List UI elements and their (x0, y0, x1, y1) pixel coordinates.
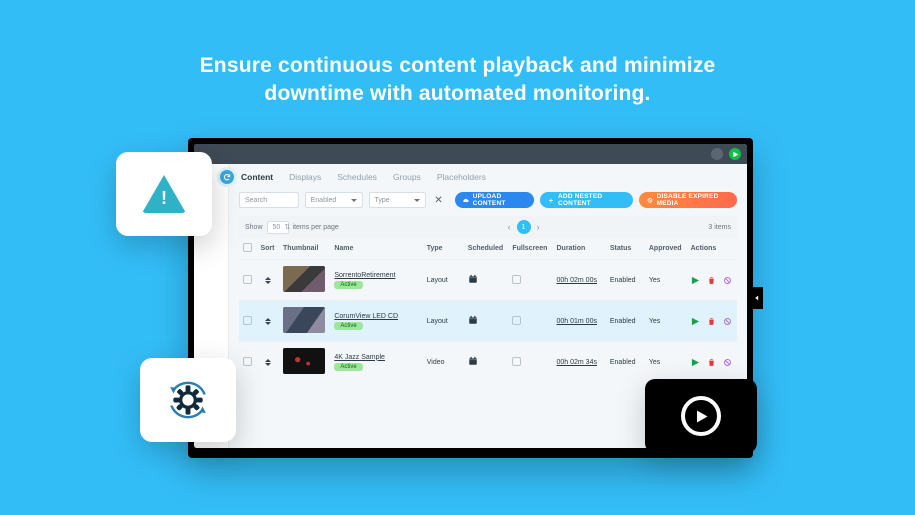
disable-action-icon[interactable] (723, 317, 732, 326)
sort-handle[interactable] (260, 318, 275, 325)
delete-action-icon[interactable] (707, 358, 716, 367)
calendar-icon[interactable] (468, 356, 478, 366)
caret-down-icon (351, 199, 357, 202)
delete-action-icon[interactable] (707, 317, 716, 326)
col-duration[interactable]: Duration (553, 238, 606, 260)
upload-content-button[interactable]: UPLOAD CONTENT (455, 192, 534, 208)
play-action-icon[interactable] (691, 276, 700, 285)
table-row[interactable]: SorrentoRetirementActiveLayout 00h 02m 00… (239, 260, 737, 301)
table-row[interactable]: 4K Jazz SampleActiveVideo 00h 02m 34s Enab… (239, 342, 737, 383)
browser-top-bar (194, 144, 747, 164)
alert-icon: ! (142, 175, 186, 213)
duration-link[interactable]: 00h 02m 34s (557, 359, 597, 366)
automation-card (140, 358, 236, 442)
filter-toolbar: Search Enabled Type ✕ UPLOAD CONTENT (239, 192, 737, 208)
select-all-checkbox[interactable] (243, 243, 252, 252)
play-action-icon[interactable] (691, 358, 700, 367)
add-nested-content-button[interactable]: ADD NESTED CONTENT (540, 192, 633, 208)
tab-placeholders[interactable]: Placeholders (437, 172, 486, 182)
col-name[interactable]: Name (330, 238, 422, 260)
type-cell: Video (423, 342, 464, 383)
per-page-suffix: items per page (293, 224, 339, 231)
next-page-button[interactable]: › (537, 222, 540, 232)
page-number[interactable]: 1 (517, 220, 531, 234)
content-table: Sort Thumbnail Name Type Scheduled Fulls… (239, 238, 737, 382)
thumbnail-image[interactable] (283, 307, 325, 333)
delete-action-icon[interactable] (707, 276, 716, 285)
row-checkbox[interactable] (243, 316, 252, 325)
thumbnail-image[interactable] (283, 266, 325, 292)
name-cell[interactable]: CorumView LED CDActive (330, 301, 422, 342)
thumbnail-image[interactable] (283, 348, 325, 374)
status-badge: Active (334, 363, 362, 371)
marketing-headline: Ensure continuous content playback and m… (138, 0, 778, 109)
table-header-row: Sort Thumbnail Name Type Scheduled Fulls… (239, 238, 737, 260)
fullscreen-checkbox[interactable] (512, 275, 521, 284)
filter-type-select[interactable]: Type (369, 192, 427, 208)
clear-filters-button[interactable]: ✕ (434, 195, 442, 206)
status-cell: Enabled (606, 301, 645, 342)
calendar-icon[interactable] (468, 315, 478, 325)
tab-groups[interactable]: Groups (393, 172, 421, 182)
calendar-icon[interactable] (468, 274, 478, 284)
play-icon (681, 396, 721, 436)
disable-action-icon[interactable] (723, 276, 732, 285)
alert-card: ! (116, 152, 212, 236)
right-drawer-handle[interactable] (751, 287, 763, 309)
col-fullscreen[interactable]: Fullscreen (508, 238, 552, 260)
row-checkbox[interactable] (243, 275, 252, 284)
play-card[interactable] (645, 379, 757, 453)
col-thumbnail[interactable]: Thumbnail (279, 238, 330, 260)
sort-handle[interactable] (260, 277, 275, 284)
filter-enabled-select[interactable]: Enabled (305, 192, 363, 208)
gear-sync-icon (162, 374, 214, 426)
tab-content[interactable]: Content (241, 172, 273, 182)
status-cell: Enabled (606, 342, 645, 383)
prev-page-button[interactable]: ‹ (508, 222, 511, 232)
duration-link[interactable]: 00h 01m 00s (557, 318, 597, 325)
approved-cell: Yes (645, 301, 687, 342)
sort-handle[interactable] (260, 359, 275, 366)
back-dot-icon[interactable] (711, 148, 723, 160)
fullscreen-checkbox[interactable] (512, 357, 521, 366)
status-badge: Active (334, 281, 362, 289)
col-scheduled[interactable]: Scheduled (464, 238, 509, 260)
show-label: Show (245, 224, 263, 231)
disable-expired-media-button[interactable]: DISABLE EXPIRED MEDIA (639, 192, 737, 208)
total-items-label: 3 items (708, 224, 731, 231)
type-cell: Layout (423, 260, 464, 301)
approved-cell: Yes (645, 342, 687, 383)
col-status[interactable]: Status (606, 238, 645, 260)
name-cell[interactable]: SorrentoRetirementActive (330, 260, 422, 301)
search-input[interactable]: Search (239, 192, 299, 208)
col-sort[interactable]: Sort (256, 238, 279, 260)
col-actions: Actions (687, 238, 737, 260)
type-cell: Layout (423, 301, 464, 342)
table-row[interactable]: CorumView LED CDActiveLayout 00h 01m 00s E… (239, 301, 737, 342)
fullscreen-checkbox[interactable] (512, 316, 521, 325)
col-approved[interactable]: Approved (645, 238, 687, 260)
caret-down-icon (414, 199, 420, 202)
disable-action-icon[interactable] (723, 358, 732, 367)
play-action-icon[interactable] (691, 317, 700, 326)
status-badge: Active (334, 322, 362, 330)
row-checkbox[interactable] (243, 357, 252, 366)
nav-tabs: Content Displays Schedules Groups Placeholde… (239, 172, 737, 182)
tab-displays[interactable]: Displays (289, 172, 321, 182)
col-type[interactable]: Type (423, 238, 464, 260)
forward-play-icon[interactable] (729, 148, 741, 160)
pager-row: Show 50 ⇅ items per page ‹ 1 › 3 items (239, 216, 737, 238)
tab-schedules[interactable]: Schedules (337, 172, 377, 182)
status-cell: Enabled (606, 260, 645, 301)
refresh-button[interactable] (220, 170, 234, 184)
name-cell[interactable]: 4K Jazz SampleActive (330, 342, 422, 383)
approved-cell: Yes (645, 260, 687, 301)
per-page-select[interactable]: 50 ⇅ (267, 221, 289, 234)
duration-link[interactable]: 00h 02m 00s (557, 277, 597, 284)
